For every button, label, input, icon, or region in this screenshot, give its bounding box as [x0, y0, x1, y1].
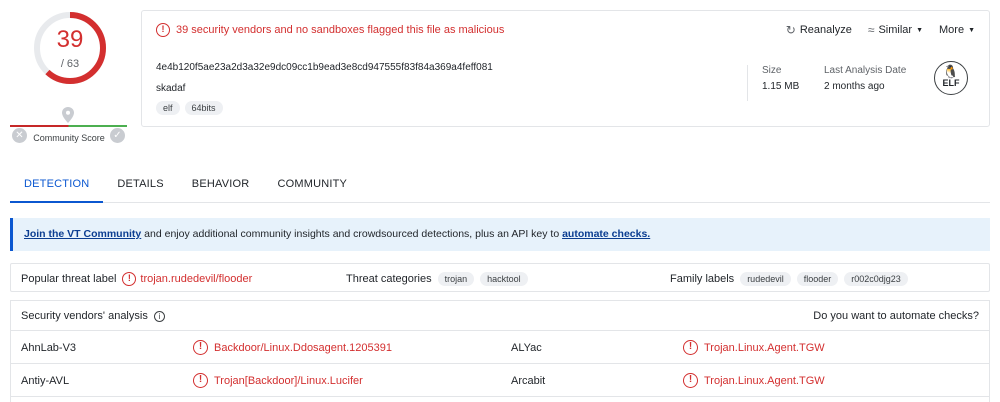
vendor-name: AhnLab-V3	[21, 341, 77, 354]
detection-result-text: Trojan.Linux.Agent.TGW	[704, 341, 825, 354]
family-chip-flooder[interactable]: flooder	[796, 271, 839, 286]
file-summary-card: ! 39 security vendors and no sandboxes f…	[141, 10, 990, 127]
alert-icon: !	[193, 373, 208, 388]
engine-total: / 63	[60, 58, 80, 70]
more-label: More	[939, 24, 965, 36]
vendors-header: Security vendors' analysis i Do you want…	[11, 301, 989, 331]
alert-icon: !	[122, 271, 137, 286]
vendors-title-text: Security vendors' analysis	[21, 310, 148, 322]
file-tags: elf 64bits	[156, 101, 223, 115]
vendor-name: Antiy-AVL	[21, 374, 70, 387]
threat-categories: Threat categories trojan hacktool	[346, 264, 528, 293]
banner-text: and enjoy additional community insights …	[141, 228, 563, 240]
detection-result: ! Trojan[Backdoor]/Linux.Lucifer	[193, 364, 363, 397]
family-chip-rudedevil[interactable]: rudedevil	[740, 271, 791, 286]
tab-details[interactable]: DETAILS	[103, 170, 177, 203]
file-size: Size 1.15 MB	[762, 65, 799, 92]
tag-elf[interactable]: elf	[156, 101, 180, 115]
detection-count: 39	[56, 26, 84, 53]
tab-community[interactable]: COMMUNITY	[263, 170, 361, 203]
refresh-icon: ↻	[785, 23, 796, 37]
automate-checks-prompt[interactable]: Do you want to automate checks?	[813, 310, 979, 322]
vote-malicious-icon[interactable]: ✕	[12, 128, 27, 143]
popular-threat-text: trojan.rudedevil/flooder	[140, 272, 253, 285]
meta-divider	[747, 65, 748, 101]
family-labels-label: Family labels	[670, 272, 735, 285]
vendor-name: ALYac	[511, 341, 542, 354]
tab-behavior[interactable]: BEHAVIOR	[178, 170, 264, 203]
threat-categories-label: Threat categories	[346, 272, 432, 285]
tab-detection[interactable]: DETECTION	[10, 170, 104, 203]
last-analysis-value: 2 months ago	[824, 81, 885, 92]
flag-message: ! 39 security vendors and no sandboxes f…	[156, 23, 504, 37]
chevron-down-icon: ▼	[968, 26, 975, 34]
table-row: Antiy-AVL ! Trojan[Backdoor]/Linux.Lucif…	[11, 364, 989, 397]
reanalyze-label: Reanalyze	[799, 24, 852, 36]
vendors-title: Security vendors' analysis i	[21, 310, 165, 322]
family-labels: Family labels rudedevil flooder r002c0dj…	[670, 264, 908, 293]
detection-result: ! Backdoor/Linux.Ddosagent.1205391	[193, 331, 392, 364]
alert-icon: !	[156, 23, 170, 37]
alert-icon: !	[193, 340, 208, 355]
popular-threat: Popular threat label ! trojan.rudedevil/…	[21, 264, 252, 293]
file-hash[interactable]: 4e4b120f5ae23a2d3a32e9dc09cc1b9ead3e8cd9…	[156, 62, 493, 73]
detection-score-widget: 39 / 63 ✕ Community Score ✓	[8, 8, 130, 148]
vendors-analysis-table: Security vendors' analysis i Do you want…	[10, 300, 990, 402]
reanalyze-button[interactable]: ↻ Reanalyze	[786, 23, 852, 37]
automate-checks-link[interactable]: automate checks.	[562, 228, 650, 240]
vote-harmless-icon[interactable]: ✓	[110, 128, 125, 143]
similar-label: Similar	[878, 24, 913, 36]
community-score-bar	[10, 125, 127, 127]
alert-icon: !	[683, 340, 698, 355]
chevron-down-icon: ▼	[916, 26, 923, 34]
detection-result: ! Trojan.Linux.Agent.TGW	[683, 331, 825, 364]
filetype-badge: ELF	[942, 78, 960, 88]
file-size-value: 1.15 MB	[762, 81, 800, 92]
similar-icon: ≈	[867, 23, 875, 37]
location-pin-icon	[62, 107, 74, 123]
flag-message-text: 39 security vendors and no sandboxes fla…	[176, 24, 505, 36]
join-community-link[interactable]: Join the VT Community	[24, 228, 141, 240]
alert-icon: !	[683, 373, 698, 388]
elf-filetype-icon: 🐧 ELF	[934, 61, 968, 95]
category-chip-hacktool[interactable]: hacktool	[480, 271, 528, 286]
community-banner: Join the VT Community and enjoy addition…	[10, 218, 990, 251]
header-actions: ↻ Reanalyze ≈ Similar ▼ More ▼	[786, 23, 975, 37]
detection-result-text: Trojan[Backdoor]/Linux.Lucifer	[214, 374, 363, 387]
detection-result: ! Trojan.Linux.Agent.TGW	[683, 364, 825, 397]
last-analysis: Last Analysis Date 2 months ago	[824, 65, 906, 92]
popular-threat-value[interactable]: ! trojan.rudedevil/flooder	[122, 271, 253, 286]
file-size-label: Size	[762, 65, 782, 76]
table-row: AhnLab-V3 ! Backdoor/Linux.Ddosagent.120…	[11, 331, 989, 364]
detection-result-text: Backdoor/Linux.Ddosagent.1205391	[214, 341, 392, 354]
report-tabs: DETECTION DETAILS BEHAVIOR COMMUNITY	[10, 170, 990, 203]
detection-result-text: Trojan.Linux.Agent.TGW	[704, 374, 825, 387]
family-chip-r002c0djg23[interactable]: r002c0djg23	[844, 271, 908, 286]
tux-icon: 🐧	[942, 64, 960, 79]
file-name: skadaf	[156, 83, 186, 94]
tag-64bits[interactable]: 64bits	[184, 101, 223, 115]
vendor-name: Arcabit	[511, 374, 546, 387]
category-chip-trojan[interactable]: trojan	[437, 271, 475, 286]
info-icon[interactable]: i	[153, 310, 165, 322]
threat-summary: Popular threat label ! trojan.rudedevil/…	[10, 263, 990, 292]
similar-button[interactable]: ≈ Similar ▼	[868, 23, 923, 37]
community-score-label: Community Score	[33, 133, 105, 143]
more-button[interactable]: More ▼	[939, 23, 975, 37]
last-analysis-label: Last Analysis Date	[824, 65, 907, 76]
popular-threat-label: Popular threat label	[21, 272, 117, 285]
